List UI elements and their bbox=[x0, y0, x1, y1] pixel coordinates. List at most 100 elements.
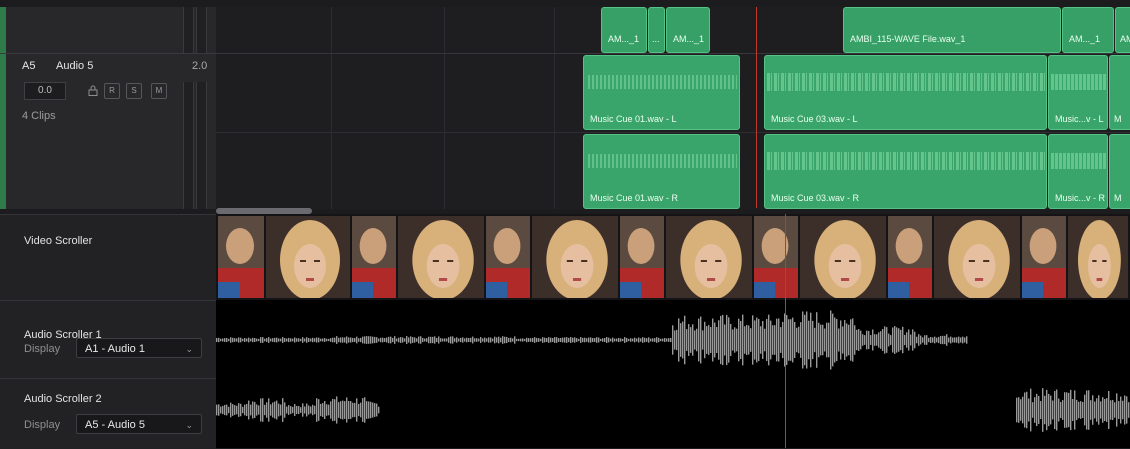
waveform-bar bbox=[616, 338, 618, 342]
record-arm-button[interactable]: R bbox=[104, 83, 120, 99]
waveform-bar bbox=[250, 338, 252, 342]
waveform-bar bbox=[858, 329, 860, 351]
waveform-bar bbox=[304, 338, 306, 342]
waveform-bar bbox=[902, 326, 904, 354]
audio-scroller-2-title: Audio Scroller 2 bbox=[24, 393, 102, 405]
waveform-bar bbox=[856, 329, 858, 351]
track-lane-a5[interactable]: Music Cue 01.wav - L Music Cue 03.wav - … bbox=[216, 53, 1130, 209]
waveform-bar bbox=[288, 337, 290, 343]
waveform-bar bbox=[246, 403, 248, 417]
waveform-bar bbox=[306, 403, 308, 417]
waveform-1 bbox=[216, 310, 968, 370]
waveform-bar bbox=[360, 337, 362, 343]
waveform-bar bbox=[258, 405, 260, 415]
waveform-bar bbox=[908, 329, 910, 351]
audio-scroller-2-display-select[interactable]: A5 - Audio 5 ⌄ bbox=[76, 414, 202, 434]
waveform-bar bbox=[864, 335, 866, 345]
waveform-bar bbox=[1090, 400, 1092, 420]
waveform-bar bbox=[840, 320, 842, 360]
audio-meter-right bbox=[196, 82, 207, 209]
waveform-bar bbox=[322, 403, 324, 417]
audio-clip[interactable]: AM..._1 bbox=[666, 7, 710, 53]
waveform-bar bbox=[724, 324, 726, 356]
waveform-bar bbox=[794, 322, 796, 358]
waveform-bar bbox=[606, 337, 608, 343]
waveform-bar bbox=[286, 338, 288, 342]
waveform-bar bbox=[796, 327, 798, 353]
waveform-bar bbox=[374, 403, 376, 417]
audio-scroller-2-waveform[interactable] bbox=[216, 378, 1130, 448]
waveform-bar bbox=[544, 337, 546, 343]
audio-clip[interactable]: AM..._1 bbox=[601, 7, 647, 53]
waveform-bar bbox=[338, 402, 340, 418]
audio-scroller-1-waveform[interactable] bbox=[216, 300, 1130, 378]
chevron-down-icon: ⌄ bbox=[185, 420, 193, 430]
lock-icon[interactable] bbox=[88, 85, 98, 99]
waveform-bar bbox=[378, 338, 380, 342]
waveform-bar bbox=[234, 338, 236, 342]
waveform-bar bbox=[560, 337, 562, 343]
waveform-bar bbox=[1070, 389, 1072, 431]
playhead-timeline[interactable] bbox=[756, 7, 757, 208]
waveform-bar bbox=[368, 336, 370, 344]
waveform-bar bbox=[556, 337, 558, 343]
waveform-bar bbox=[1022, 396, 1024, 424]
audio-clip-partial-l[interactable]: M bbox=[1109, 55, 1130, 130]
waveform-bar bbox=[456, 337, 458, 343]
waveform-bar bbox=[650, 338, 652, 342]
solo-button[interactable]: S bbox=[126, 83, 142, 99]
waveform-bar bbox=[296, 405, 298, 415]
waveform-bar bbox=[778, 318, 780, 362]
audio-clip[interactable]: AM..._1 bbox=[1062, 7, 1114, 53]
waveform-bar bbox=[760, 326, 762, 354]
waveform-bar bbox=[320, 403, 322, 417]
waveform-bar bbox=[568, 337, 570, 343]
waveform-bar bbox=[320, 338, 322, 342]
clip-label: M bbox=[1114, 193, 1122, 203]
audio-clip-partial-r[interactable]: M bbox=[1109, 134, 1130, 209]
waveform-bar bbox=[342, 400, 344, 420]
audio-clip[interactable]: AMBI_115-WAVE File.wav_1 bbox=[843, 7, 1061, 53]
waveform-bar bbox=[374, 336, 376, 344]
audio-clip-music-cue-01-r[interactable]: Music Cue 01.wav - R bbox=[583, 134, 740, 209]
waveform-bar bbox=[964, 337, 966, 343]
waveform-bar bbox=[338, 337, 340, 343]
waveform-bar bbox=[580, 337, 582, 343]
waveform-bar bbox=[256, 404, 258, 416]
video-frame-thumbnail bbox=[666, 216, 752, 298]
waveform-bar bbox=[240, 403, 242, 417]
audio-clip[interactable]: AM bbox=[1115, 7, 1130, 53]
waveform-bar bbox=[742, 314, 744, 366]
waveform-bar bbox=[246, 338, 248, 342]
audio-clip-music-l[interactable]: Music...v - L bbox=[1048, 55, 1108, 130]
waveform-bar bbox=[1066, 392, 1068, 428]
track-header-a5[interactable]: A5 Audio 5 2.0 0.0 R S M 4 Clips bbox=[0, 53, 217, 209]
waveform-bar bbox=[516, 338, 518, 342]
audio-clip-music-r[interactable]: Music...v - R bbox=[1048, 134, 1108, 209]
audio-clip-music-cue-01-l[interactable]: Music Cue 01.wav - L bbox=[583, 55, 740, 130]
audio-clip-music-cue-03-l[interactable]: Music Cue 03.wav - L bbox=[764, 55, 1047, 130]
waveform-bar bbox=[332, 398, 334, 422]
waveform-bar bbox=[792, 317, 794, 363]
audio-clip-music-cue-03-r[interactable]: Music Cue 03.wav - R bbox=[764, 134, 1047, 209]
waveform-bar bbox=[658, 337, 660, 343]
video-scroller-strip[interactable] bbox=[216, 214, 1130, 300]
audio-scroller-1-display-select[interactable]: A1 - Audio 1 ⌄ bbox=[76, 338, 202, 358]
waveform-bar bbox=[382, 337, 384, 343]
waveform-bar bbox=[352, 337, 354, 343]
waveform-bar bbox=[842, 326, 844, 354]
waveform-bar bbox=[486, 338, 488, 342]
waveform-bar bbox=[680, 323, 682, 357]
track-name[interactable]: Audio 5 bbox=[56, 60, 93, 72]
mute-button[interactable]: M bbox=[151, 83, 167, 99]
waveform-bar bbox=[1034, 397, 1036, 423]
waveform-bar bbox=[468, 338, 470, 342]
waveform-bar bbox=[504, 336, 506, 344]
waveform-bar bbox=[450, 336, 452, 344]
audio-clip[interactable]: ... bbox=[648, 7, 665, 53]
track-lane-above[interactable]: AM..._1 ... AM..._1 AMBI_115-WAVE File.w… bbox=[216, 7, 1130, 53]
playhead-scroller[interactable] bbox=[785, 214, 786, 448]
waveform-bar bbox=[1122, 400, 1124, 420]
waveform-bar bbox=[414, 337, 416, 343]
track-volume-field[interactable]: 0.0 bbox=[24, 82, 66, 100]
